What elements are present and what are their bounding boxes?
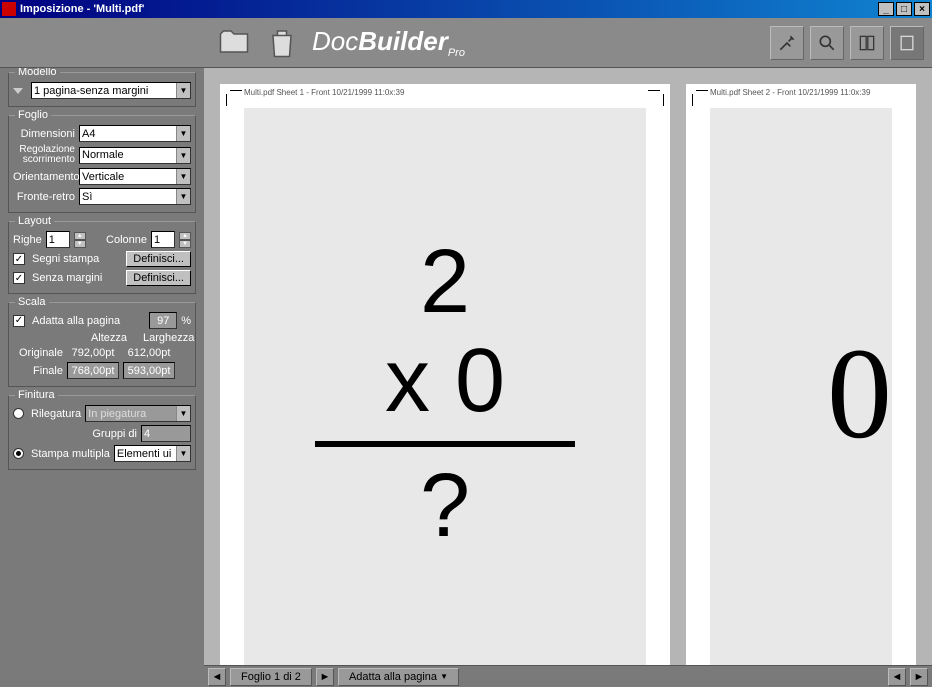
collapse-icon[interactable]	[13, 88, 23, 94]
modello-select[interactable]: 1 pagina-senza margini▼	[31, 82, 191, 99]
open-folder-icon[interactable]	[216, 25, 252, 61]
close-button[interactable]: ×	[914, 2, 930, 16]
zoom-indicator[interactable]: Adatta alla pagina ▼	[338, 668, 459, 686]
math-numerator: 2	[315, 233, 575, 332]
regolazione-label: Regolazione scorrimento	[13, 145, 75, 165]
percent-symbol: %	[181, 315, 191, 327]
page2-label: Multi.pdf Sheet 2 - Front 10/21/1999 11:…	[710, 88, 870, 97]
senza-label: Senza margini	[32, 272, 122, 284]
stampa-select[interactable]: Elementi ui▼	[114, 445, 191, 462]
finale-h-input[interactable]	[67, 362, 119, 379]
layout-group: Layout Righe ▲▼ Colonne ▲▼ ✓ Segni stamp…	[8, 221, 196, 294]
regolazione-select[interactable]: Normale▼	[79, 147, 191, 164]
page-preview-1[interactable]: Multi.pdf Sheet 1 - Front 10/21/1999 11:…	[220, 84, 670, 665]
math-multiplier: x 0	[315, 332, 575, 431]
finale-label: Finale	[13, 365, 63, 377]
dimensioni-label: Dimensioni	[13, 128, 75, 140]
layout-view-button[interactable]	[850, 26, 884, 60]
scroll-end-right-button[interactable]: ►	[910, 668, 928, 686]
page1-label: Multi.pdf Sheet 1 - Front 10/21/1999 11:…	[244, 88, 404, 97]
crop-mark-icon	[648, 90, 664, 106]
toolbar: DocBuilderPro	[0, 18, 932, 68]
rilegatura-radio[interactable]	[13, 408, 24, 419]
senza-checkbox[interactable]: ✓	[13, 272, 25, 284]
originale-w: 612,00pt	[123, 347, 175, 359]
fronte-label: Fronte-retro	[13, 191, 75, 203]
senza-definisci-button[interactable]: Definisci...	[126, 270, 191, 286]
preview-area[interactable]: Multi.pdf Sheet 1 - Front 10/21/1999 11:…	[204, 68, 932, 665]
scroll-end-left-button[interactable]: ◄	[888, 668, 906, 686]
gruppi-input[interactable]	[141, 425, 191, 442]
content-area: Multi.pdf Sheet 1 - Front 10/21/1999 11:…	[204, 68, 932, 687]
page1-content: 2 x 0 ?	[244, 108, 646, 665]
layout-title: Layout	[15, 215, 54, 227]
maximize-button[interactable]: □	[896, 2, 912, 16]
math-result: ?	[315, 457, 575, 556]
stampa-radio[interactable]	[13, 448, 24, 459]
sidebar: Modello 1 pagina-senza margini▼ Foglio D…	[0, 68, 204, 687]
larghezza-label: Larghezza	[143, 332, 191, 344]
altezza-label: Altezza	[85, 332, 133, 344]
crop-mark-icon	[226, 90, 242, 106]
fronte-select[interactable]: Sì▼	[79, 188, 191, 205]
window-title: Imposizione - 'Multi.pdf'	[20, 3, 144, 15]
stampa-label: Stampa multipla	[31, 448, 110, 460]
settings-tool-button[interactable]	[770, 26, 804, 60]
crop-mark-icon	[692, 90, 708, 106]
rilegatura-label: Rilegatura	[31, 408, 81, 420]
orientamento-label: Orientamento	[13, 171, 75, 183]
foglio-title: Foglio	[15, 109, 51, 121]
originale-label: Originale	[13, 347, 63, 359]
gruppi-label: Gruppi di	[92, 428, 137, 440]
minimize-button[interactable]: _	[878, 2, 894, 16]
app-icon	[2, 2, 16, 16]
scroll-left-button[interactable]: ◄	[208, 668, 226, 686]
page-indicator[interactable]: Foglio 1 di 2	[230, 668, 312, 686]
colonne-spinner[interactable]: ▲▼	[179, 232, 191, 248]
page-preview-2[interactable]: Multi.pdf Sheet 2 - Front 10/21/1999 11:…	[686, 84, 916, 665]
righe-label: Righe	[13, 234, 42, 246]
colonne-label: Colonne	[106, 234, 147, 246]
scroll-right-button[interactable]: ►	[316, 668, 334, 686]
finale-w-input[interactable]	[123, 362, 175, 379]
page2-content: 0	[710, 108, 892, 665]
adatta-checkbox[interactable]: ✓	[13, 315, 25, 327]
preview-view-button[interactable]	[890, 26, 924, 60]
foglio-group: Foglio Dimensioni A4▼ Regolazione scorri…	[8, 115, 196, 213]
finitura-title: Finitura	[15, 389, 58, 401]
trash-icon[interactable]	[264, 25, 300, 61]
zoom-tool-button[interactable]	[810, 26, 844, 60]
finitura-group: Finitura Rilegatura In piegatura▼ Gruppi…	[8, 395, 196, 470]
dimensioni-select[interactable]: A4▼	[79, 125, 191, 142]
segni-definisci-button[interactable]: Definisci...	[126, 251, 191, 267]
rilegatura-select[interactable]: In piegatura▼	[85, 405, 191, 422]
righe-input[interactable]	[46, 231, 70, 248]
statusbar: ◄ Foglio 1 di 2 ► Adatta alla pagina ▼ ◄…	[204, 665, 932, 687]
app-logo: DocBuilderPro	[312, 26, 465, 59]
originale-h: 792,00pt	[67, 347, 119, 359]
modello-title: Modello	[15, 68, 60, 78]
modello-group: Modello 1 pagina-senza margini▼	[8, 72, 196, 107]
scala-title: Scala	[15, 296, 49, 308]
math-line	[315, 441, 575, 447]
scala-group: Scala ✓ Adatta alla pagina % Altezza Lar…	[8, 302, 196, 387]
segni-checkbox[interactable]: ✓	[13, 253, 25, 265]
segni-label: Segni stampa	[32, 253, 122, 265]
percent-input[interactable]	[149, 312, 177, 329]
adatta-label: Adatta alla pagina	[32, 315, 145, 327]
orientamento-select[interactable]: Verticale▼	[79, 168, 191, 185]
colonne-input[interactable]	[151, 231, 175, 248]
righe-spinner[interactable]: ▲▼	[74, 232, 86, 248]
titlebar: Imposizione - 'Multi.pdf' _ □ ×	[0, 0, 932, 18]
